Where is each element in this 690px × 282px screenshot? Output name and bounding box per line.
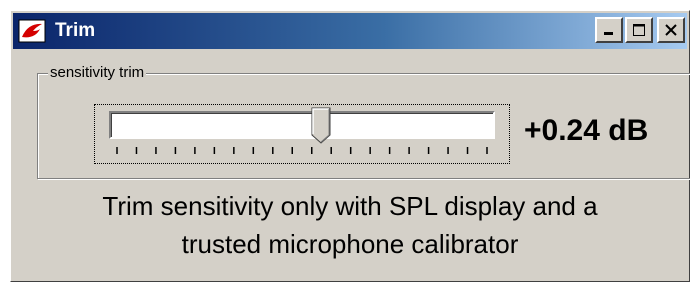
instruction-text: Trim sensitivity only with SPL display a… (11, 187, 689, 263)
maximize-button[interactable] (625, 17, 653, 43)
title-buttons (595, 17, 685, 43)
sensitivity-slider[interactable] (94, 104, 510, 164)
instruction-line-2: trusted microphone calibrator (181, 229, 519, 259)
slider-thumb[interactable] (311, 107, 331, 145)
app-logo-icon (17, 18, 47, 44)
minimize-button[interactable] (595, 17, 623, 43)
group-label: sensitivity trim (48, 64, 147, 81)
minimize-icon (604, 32, 613, 35)
instruction-line-1: Trim sensitivity only with SPL display a… (102, 191, 598, 221)
slider-ticks (116, 147, 488, 154)
close-icon (665, 24, 677, 36)
trim-window: Trim sensitivity trim +0.24 dB Trim sens… (10, 10, 690, 282)
slider-track[interactable] (109, 111, 495, 139)
title-bar[interactable]: Trim (13, 13, 687, 49)
close-button[interactable] (657, 17, 685, 43)
trim-value-readout: +0.24 dB (524, 114, 649, 147)
maximize-icon (633, 24, 645, 36)
sensitivity-trim-group: sensitivity trim +0.24 dB (37, 64, 690, 179)
window-title: Trim (55, 20, 96, 41)
